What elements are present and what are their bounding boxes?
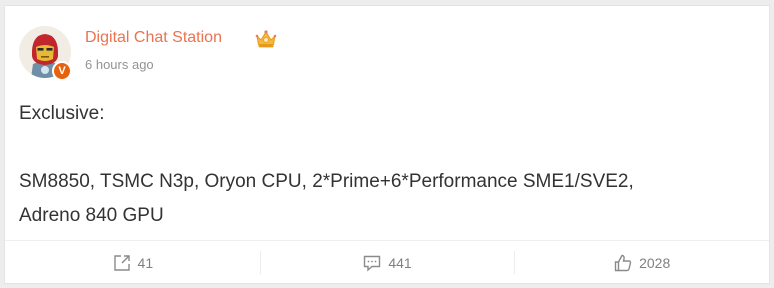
post-line: SM8850, TSMC N3p, Oryon CPU, 2*Prime+6*P… — [19, 171, 634, 192]
comment-count: 441 — [388, 254, 412, 271]
post-line: Exclusive: — [19, 103, 105, 124]
post-timestamp: 6 hours ago — [85, 57, 154, 72]
share-button[interactable]: 41 — [5, 241, 260, 284]
share-icon — [112, 253, 138, 273]
verified-badge: V — [52, 61, 72, 81]
comment-icon — [362, 253, 388, 273]
like-count: 2028 — [639, 254, 671, 271]
like-button[interactable]: 2028 — [514, 241, 769, 284]
author-name[interactable]: Digital Chat Station — [85, 29, 222, 47]
share-count: 41 — [137, 254, 154, 271]
comment-button[interactable]: 441 — [259, 241, 515, 284]
post-line: Adreno 840 GPU — [19, 205, 164, 226]
post-content: Exclusive: SM8850, TSMC N3p, Oryon CPU, … — [19, 97, 749, 233]
post-card: V Digital Chat Station 6 hours ago Exclu… — [4, 5, 770, 284]
thumbs-up-icon — [613, 253, 639, 273]
crown-icon[interactable] — [255, 28, 277, 50]
action-bar: 41 441 2028 — [5, 240, 769, 284]
